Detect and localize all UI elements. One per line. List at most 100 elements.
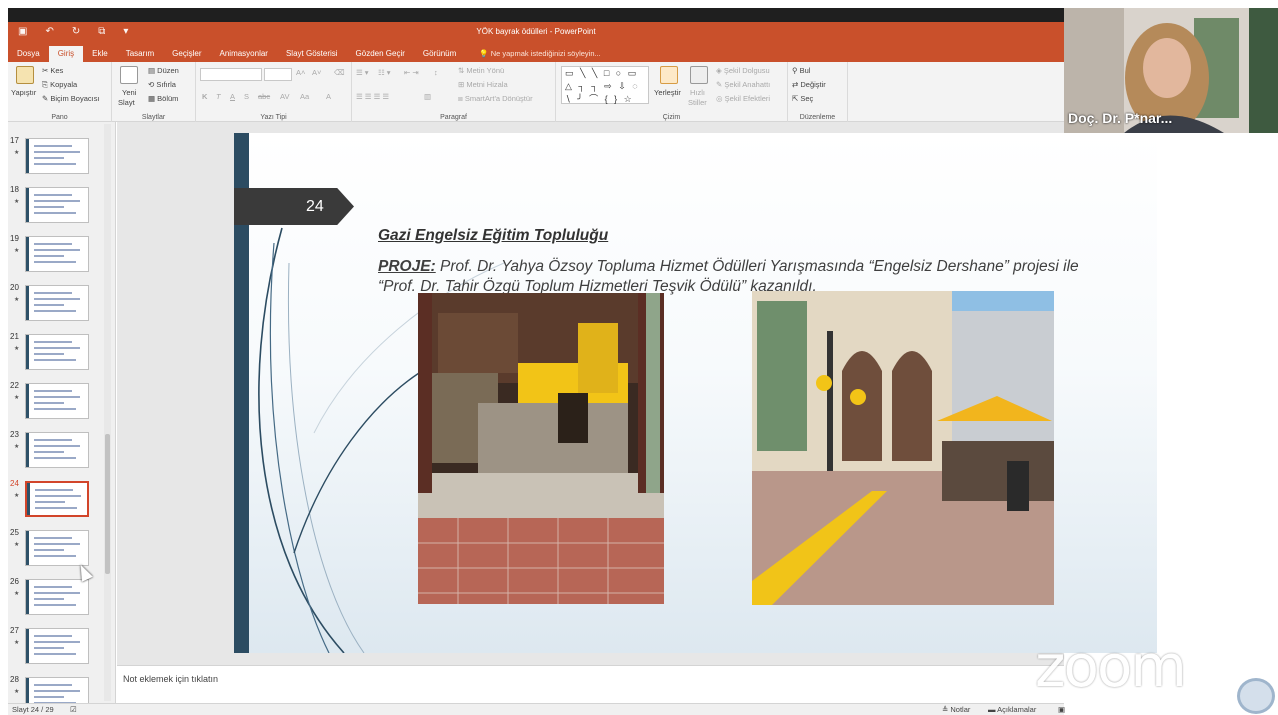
thumbnail-number: 24 bbox=[10, 479, 19, 488]
font-color-button[interactable]: A bbox=[326, 92, 331, 101]
animation-star-icon: ★ bbox=[14, 591, 20, 597]
notes-pane[interactable]: Not eklemek için tıklatın bbox=[117, 665, 1064, 703]
slide-thumbnail[interactable]: 25 ★ bbox=[8, 528, 115, 577]
columns-icon[interactable]: ▥ bbox=[424, 92, 431, 101]
thumbnail-number: 23 bbox=[10, 430, 19, 439]
thumbnail-preview bbox=[25, 187, 89, 223]
thumbnail-preview bbox=[25, 628, 89, 664]
shape-effects-label: Şekil Efektleri bbox=[724, 94, 771, 103]
bullets-icon[interactable]: ☰ ▾ bbox=[356, 68, 369, 77]
new-slide-label-2[interactable]: Slayt bbox=[118, 98, 135, 107]
slide-thumbnail[interactable]: 22 ★ bbox=[8, 381, 115, 430]
slide-thumbnail[interactable]: 17 ★ bbox=[8, 136, 115, 185]
decrease-indent-icon[interactable]: ⇤ ⇥ bbox=[404, 68, 419, 77]
shape-effects-button[interactable]: ◎ Şekil Efektleri bbox=[716, 94, 770, 103]
slide-thumbnail[interactable]: 20 ★ bbox=[8, 283, 115, 332]
font-size-box[interactable] bbox=[264, 68, 292, 81]
slide-canvas[interactable]: 24 Gazi Engelsiz Eğitim Topluluğu PROJE:… bbox=[234, 133, 1157, 653]
copy-button[interactable]: ⎘ Kopyala bbox=[42, 80, 77, 90]
animation-star-icon: ★ bbox=[14, 199, 20, 205]
quick-styles-label-2[interactable]: Stiller bbox=[688, 98, 707, 107]
tab-4[interactable]: Geçişler bbox=[163, 46, 210, 62]
group-label-pano: Pano bbox=[51, 114, 68, 121]
tab-8[interactable]: Görünüm bbox=[414, 46, 465, 62]
arrange-button[interactable]: Yerleştir bbox=[654, 88, 681, 97]
notes-toggle-label: Notlar bbox=[950, 705, 971, 714]
paste-button[interactable]: Yapıştır bbox=[11, 88, 36, 97]
section-button[interactable]: ▦ Bölüm bbox=[148, 94, 178, 103]
notes-toggle[interactable]: ≜ Notlar bbox=[942, 705, 970, 714]
reset-button[interactable]: ⟲ Sıfırla bbox=[148, 80, 176, 89]
shadow-button[interactable]: S bbox=[244, 92, 249, 101]
slide-thumbnail[interactable]: 24 ★ bbox=[8, 479, 115, 528]
underline-button[interactable]: A bbox=[230, 92, 235, 101]
group-pano: Yapıştır ✂ Kes ⎘ Kopyala ✎ Biçim Boyacıs… bbox=[8, 62, 112, 122]
bold-button[interactable]: K bbox=[202, 92, 207, 101]
align-text-button[interactable]: ⊞ Metni Hizala bbox=[458, 80, 508, 89]
shrink-font-icon[interactable]: A˅ bbox=[312, 68, 321, 77]
slide-thumbnail[interactable]: 28 ★ bbox=[8, 675, 115, 703]
slide-thumbnail[interactable]: 27 ★ bbox=[8, 626, 115, 675]
slide-thumbnail[interactable]: 23 ★ bbox=[8, 430, 115, 479]
thumbnail-preview bbox=[25, 432, 89, 468]
normal-view-icon[interactable]: ▣ bbox=[1058, 705, 1065, 714]
tab-2[interactable]: Ekle bbox=[83, 46, 117, 62]
tab-3[interactable]: Tasarım bbox=[117, 46, 163, 62]
select-button[interactable]: ⇱ Seç bbox=[792, 94, 813, 103]
slide-thumbnail[interactable]: 21 ★ bbox=[8, 332, 115, 381]
numbering-icon[interactable]: ☷ ▾ bbox=[378, 68, 391, 77]
cut-button[interactable]: ✂ Kes bbox=[42, 66, 63, 75]
layout-button[interactable]: ▤ Düzen bbox=[148, 66, 179, 75]
thumbnail-preview bbox=[25, 236, 89, 272]
thumbnail-preview bbox=[25, 383, 89, 419]
new-slide-label-1[interactable]: Yeni bbox=[122, 88, 136, 97]
thumbnail-preview bbox=[25, 285, 89, 321]
tab-5[interactable]: Animasyonlar bbox=[211, 46, 277, 62]
quick-styles-label-1[interactable]: Hızlı bbox=[690, 88, 705, 97]
title-bar: ▣ ↶ ↻ ⧉ ▾ YÖK bayrak ödülleri - PowerPoi… bbox=[8, 22, 1064, 44]
tab-6[interactable]: Slayt Gösterisi bbox=[277, 46, 347, 62]
tab-7[interactable]: Gözden Geçir bbox=[347, 46, 414, 62]
slide-heading[interactable]: Gazi Engelsiz Eğitim Topluluğu bbox=[378, 227, 608, 245]
photo-street[interactable] bbox=[752, 291, 1054, 605]
animation-star-icon: ★ bbox=[14, 640, 20, 646]
format-painter-button[interactable]: ✎ Biçim Boyacısı bbox=[42, 94, 100, 103]
slide-thumbnail[interactable]: 19 ★ bbox=[8, 234, 115, 283]
align-icons[interactable]: ☰ ☰ ☰ ☰ bbox=[356, 92, 389, 101]
find-button[interactable]: ⚲ Bul bbox=[792, 66, 810, 75]
change-case-icon[interactable]: Aa bbox=[300, 92, 309, 101]
participant-video[interactable]: Doç. Dr. P*nar... bbox=[1064, 8, 1278, 133]
italic-button[interactable]: T bbox=[216, 92, 221, 101]
shape-outline-button[interactable]: ✎ Şekil Anahattı bbox=[716, 80, 770, 89]
smartart-button[interactable]: ⧈ SmartArt'a Dönüştür bbox=[458, 94, 533, 104]
copy-icon: ⎘ bbox=[42, 80, 51, 89]
paste-icon[interactable] bbox=[16, 66, 34, 84]
fill-icon: ◈ bbox=[716, 66, 724, 75]
tell-me-search[interactable]: 💡 Ne yapmak istediğinizi söyleyin... bbox=[465, 46, 600, 62]
char-spacing-icon[interactable]: AV bbox=[280, 92, 289, 101]
shape-fill-button[interactable]: ◈ Şekil Dolgusu bbox=[716, 66, 770, 75]
screen: ▣ ↶ ↻ ⧉ ▾ YÖK bayrak ödülleri - PowerPoi… bbox=[0, 0, 1278, 715]
animation-star-icon: ★ bbox=[14, 297, 20, 303]
clear-format-icon[interactable]: ⌫ bbox=[334, 68, 345, 77]
slide-thumbnail[interactable]: 26 ★ bbox=[8, 577, 115, 626]
photo-entrance[interactable] bbox=[418, 293, 664, 604]
quick-styles-icon[interactable] bbox=[690, 66, 708, 84]
arrange-icon[interactable] bbox=[660, 66, 678, 84]
tab-1[interactable]: Giriş bbox=[48, 46, 84, 62]
tab-0[interactable]: Dosya bbox=[8, 46, 49, 62]
spellcheck-icon[interactable]: ☑ bbox=[70, 705, 77, 714]
new-slide-icon[interactable] bbox=[120, 66, 138, 84]
replace-button[interactable]: ⇄ Değiştir bbox=[792, 80, 826, 89]
line-spacing-icon[interactable]: ↕ bbox=[434, 68, 438, 77]
grow-font-icon[interactable]: A˄ bbox=[296, 68, 305, 77]
strikethrough-button[interactable]: abc bbox=[258, 92, 270, 101]
text-direction-button[interactable]: ⇅ Metin Yönü bbox=[458, 66, 504, 75]
slide-thumbnail[interactable]: 18 ★ bbox=[8, 185, 115, 234]
shapes-gallery[interactable]: ▭ ╲ ╲ □ ○ ▭ △ ┐ ┐ ⇨ ⇩ ◌ ∖ ╯ ⌒ { } ☆ bbox=[561, 66, 649, 104]
comments-toggle[interactable]: ▬ Açıklamalar bbox=[988, 705, 1036, 714]
university-emblem bbox=[1237, 678, 1275, 714]
status-bar: Slayt 24 / 29 ☑ ≜ Notlar ▬ Açıklamalar ▣ bbox=[8, 703, 1065, 715]
slide-thumbnail-pane[interactable]: 17 ★ 18 ★ 19 ★ 20 ★ 21 ★ 22 ★ 23 ★ 24 ★ 25 ★ 26 ★ 27 ★ 28 ★ bbox=[8, 122, 116, 703]
font-name-box[interactable] bbox=[200, 68, 262, 81]
